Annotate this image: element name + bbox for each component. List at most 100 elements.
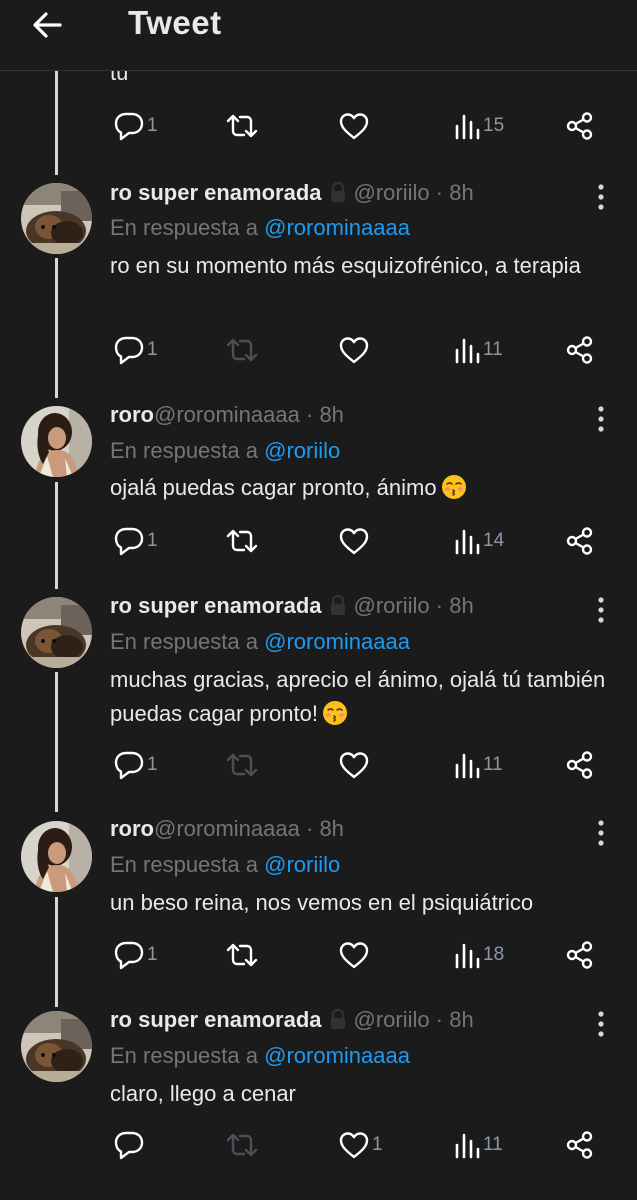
views-button[interactable]: 14 [453,524,504,558]
reply-button[interactable] [113,1128,147,1162]
timestamp[interactable]: 8h [449,1007,473,1032]
share-button[interactable] [565,748,595,782]
top-bar: Tweet [0,0,637,71]
display-name[interactable]: roro [110,402,154,427]
more-options-button[interactable] [591,818,611,848]
share-button[interactable] [565,938,595,972]
action-bar: 1 11 [0,748,637,782]
username[interactable]: @rorominaaaa [154,402,300,427]
reply-button[interactable]: 1 [113,109,158,143]
reply-count: 1 [147,339,158,360]
like-button[interactable] [338,333,372,367]
kissing-face-icon [441,475,466,499]
separator-dot: · [435,180,444,205]
reply-to-link[interactable]: @rorominaaaa [264,1043,410,1068]
more-options-button[interactable] [591,1009,611,1039]
reply-prefix: En respuesta a [110,629,258,654]
more-options-button[interactable] [591,595,611,625]
tweet-header: roro@rorominaaaa · 8h [110,816,344,842]
tweet-text-content: claro, llego a cenar [110,1081,296,1106]
timestamp[interactable]: 8h [449,593,473,618]
thread-line [55,672,58,812]
reply-context: En respuesta a @roriilo [110,852,340,878]
avatar[interactable] [21,183,92,254]
more-icon [598,820,604,846]
reply-to-link[interactable]: @rorominaaaa [264,629,410,654]
views-icon [455,943,480,969]
heart-icon [339,528,369,555]
views-button[interactable]: 15 [453,109,504,143]
retweet-button[interactable] [224,748,260,782]
views-button[interactable]: 11 [453,333,503,367]
views-button[interactable]: 18 [453,938,504,972]
tweet-text-content: un beso reina, nos vemos en el psiquiátr… [110,890,534,915]
retweet-button[interactable] [224,938,260,972]
tweet-header: ro super enamorada @roriilo · 8h [110,180,474,209]
username[interactable]: @roriilo [354,1007,430,1032]
retweet-button[interactable] [224,1128,260,1162]
display-name[interactable]: ro super enamorada [110,180,322,205]
views-count: 15 [483,115,505,136]
avatar[interactable] [21,821,92,892]
like-button[interactable] [338,938,372,972]
tweet-header: roro@rorominaaaa · 8h [110,402,344,428]
reply-button[interactable]: 1 [113,938,158,972]
more-options-button[interactable] [591,404,611,434]
share-icon [566,941,593,969]
display-name[interactable]: ro super enamorada [110,593,322,618]
share-button[interactable] [565,524,595,558]
display-name[interactable]: roro [110,816,154,841]
username[interactable]: @roriilo [354,180,430,205]
views-count: 11 [483,1134,503,1155]
tweet-text: muchas gracias, aprecio el ánimo, ojalá … [110,663,610,731]
reply-context: En respuesta a @roriilo [110,438,340,464]
reply-context: En respuesta a @rorominaaaa [110,1043,410,1069]
retweet-icon [226,114,258,138]
tweet-text: ro en su momento más esquizofrénico, a t… [110,249,610,283]
reply-button[interactable]: 1 [113,333,158,367]
like-button[interactable] [338,748,372,782]
lock-icon [328,594,348,622]
tweet-header: ro super enamorada @roriilo · 8h [110,593,474,622]
share-button[interactable] [565,333,595,367]
timestamp[interactable]: 8h [319,402,343,427]
username[interactable]: @rorominaaaa [154,816,300,841]
timestamp[interactable]: 8h [449,180,473,205]
retweet-button[interactable] [224,333,260,367]
reply-context: En respuesta a @rorominaaaa [110,629,410,655]
like-button[interactable] [338,524,372,558]
reply-to-link[interactable]: @rorominaaaa [264,215,410,240]
views-count: 11 [483,339,503,360]
timestamp[interactable]: 8h [319,816,343,841]
reply-prefix: En respuesta a [110,852,258,877]
views-icon [455,529,480,555]
share-button[interactable] [565,109,595,143]
share-button[interactable] [565,1128,595,1162]
share-icon [566,1131,593,1159]
reply-button[interactable]: 1 [113,748,158,782]
views-icon [455,753,480,779]
reply-to-link[interactable]: @roriilo [264,438,340,463]
avatar[interactable] [21,597,92,668]
thread-line [55,258,58,398]
views-count: 18 [483,944,505,965]
username[interactable]: @roriilo [354,593,430,618]
reply-count: 1 [147,115,158,136]
views-button[interactable]: 11 [453,1128,503,1162]
avatar[interactable] [21,1011,92,1082]
reply-to-link[interactable]: @roriilo [264,852,340,877]
avatar[interactable] [21,406,92,477]
more-options-button[interactable] [591,182,611,212]
back-arrow-icon[interactable] [30,8,70,42]
retweet-button[interactable] [224,524,260,558]
reply-button[interactable]: 1 [113,524,158,558]
retweet-button[interactable] [224,109,260,143]
reply-icon [114,751,144,780]
reply-count: 1 [147,754,158,775]
display-name[interactable]: ro super enamorada [110,1007,322,1032]
views-icon [455,1133,480,1159]
like-button[interactable]: 1 [338,1128,383,1162]
like-button[interactable] [338,109,370,143]
views-button[interactable]: 11 [453,748,503,782]
page-title: Tweet [128,4,222,41]
